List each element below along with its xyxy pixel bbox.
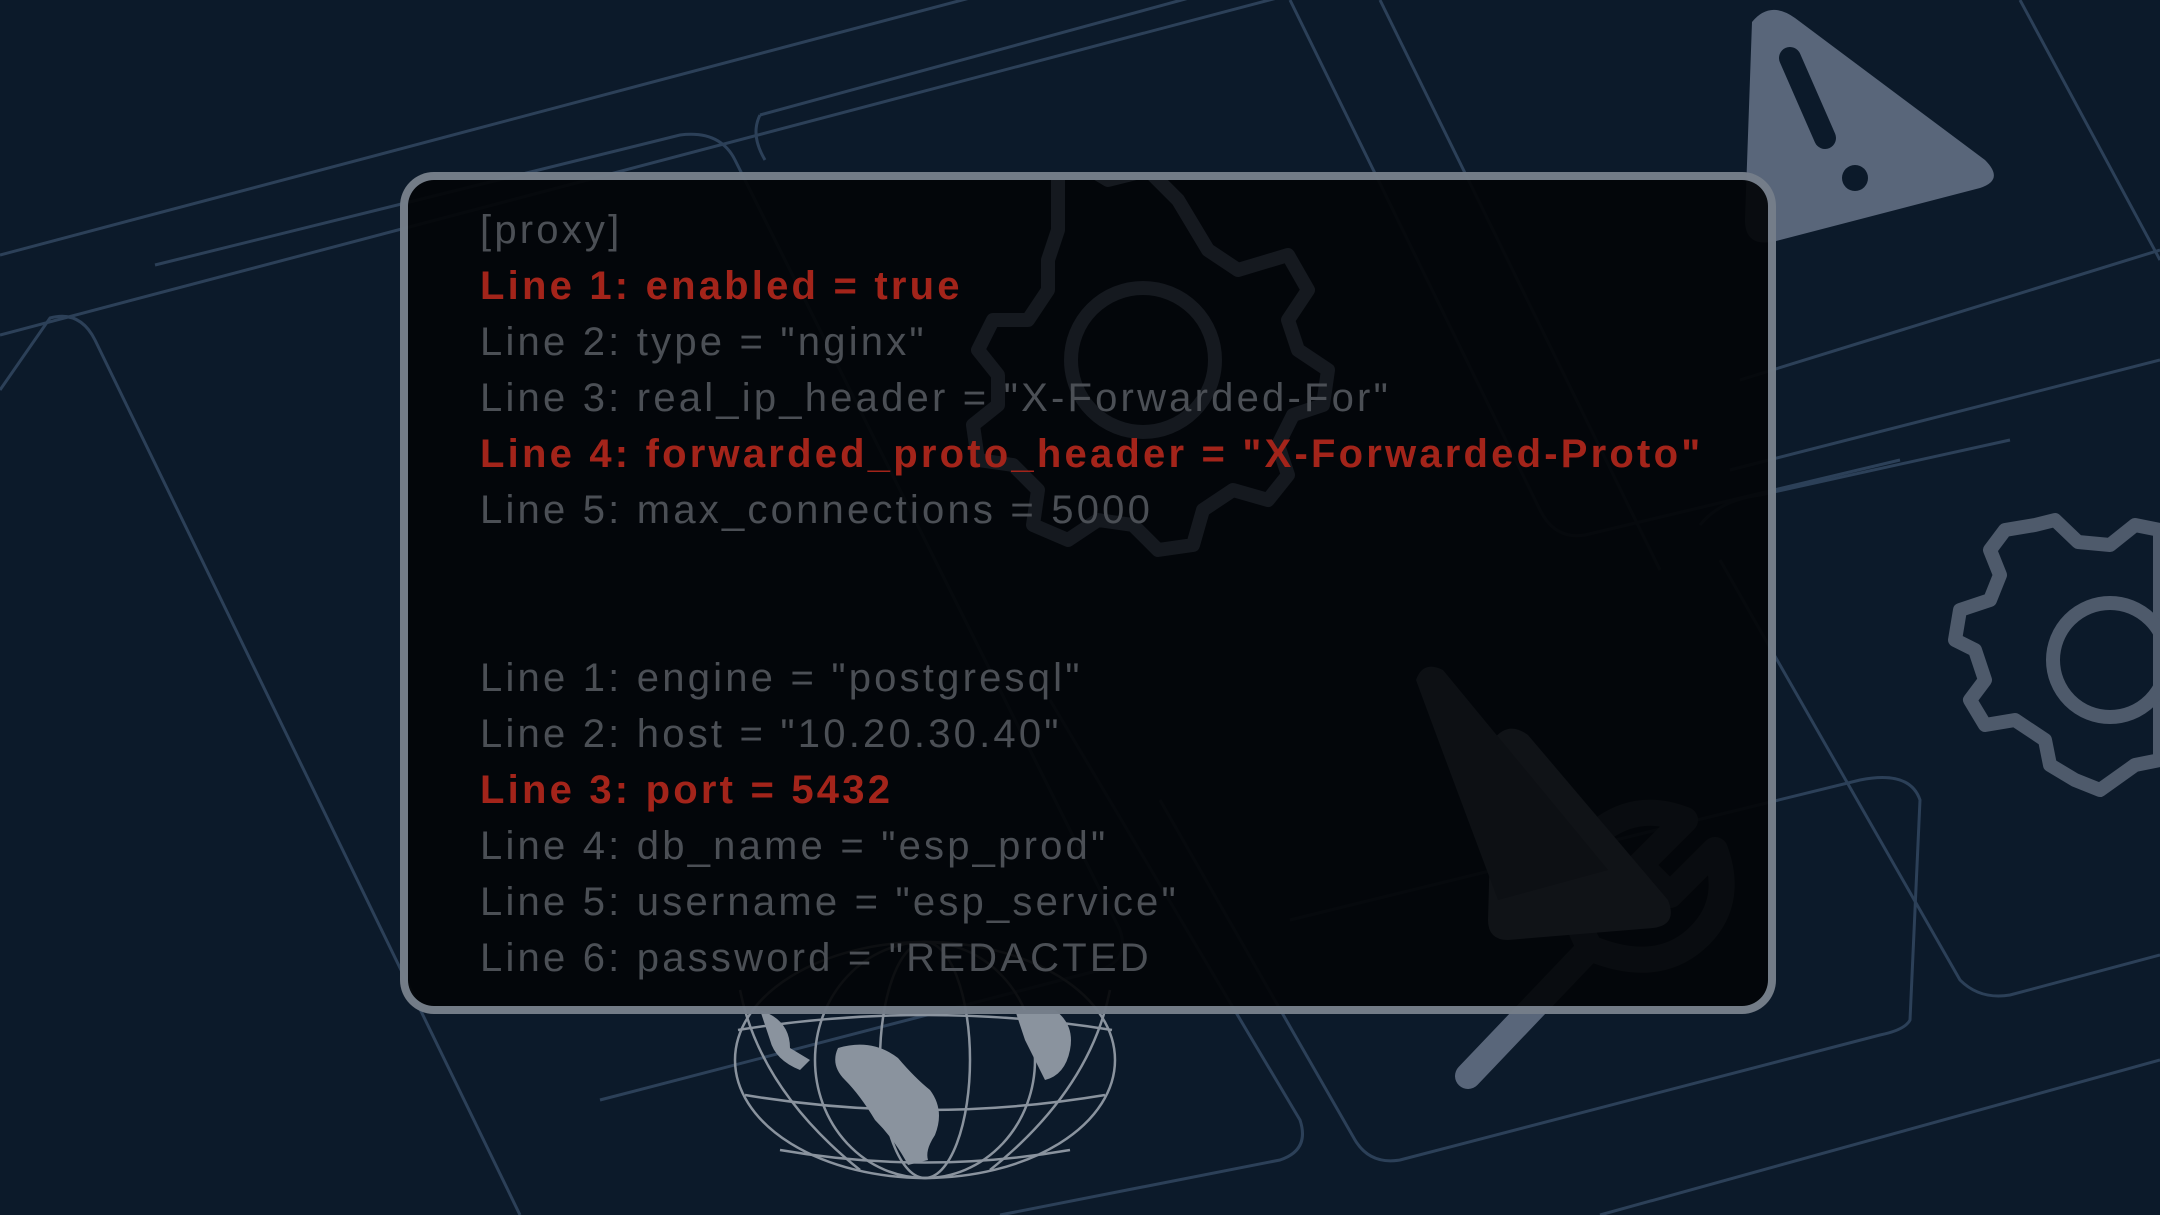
config-line: Line 6: password = "REDACTED: [480, 936, 1152, 980]
config-line: Line 4: forwarded_proto_header = "X-Forw…: [480, 432, 1704, 476]
config-line: Line 1: engine = "postgresql": [480, 656, 1083, 700]
config-line: Line 3: port = 5432: [480, 768, 894, 812]
scene: [proxy] Line 1: enabled = true Line 2: t…: [0, 0, 2160, 1215]
section-header-database: [480, 594, 1703, 650]
blank-line: [480, 538, 1703, 594]
section-header-proxy: [proxy]: [480, 208, 623, 252]
gear-icon: [1948, 513, 2160, 797]
config-lines: [proxy] Line 1: enabled = true Line 2: t…: [480, 202, 1703, 986]
config-line: Line 2: host = "10.20.30.40": [480, 712, 1062, 756]
config-line: Line 1: enabled = true: [480, 264, 963, 308]
config-line: Line 3: real_ip_header = "X-Forwarded-Fo…: [480, 376, 1391, 420]
continents: [760, 1010, 1071, 1165]
config-line: Line 2: type = "nginx": [480, 320, 927, 364]
config-line: Line 4: db_name = "esp_prod": [480, 824, 1109, 868]
config-line: Line 5: username = "esp_service": [480, 880, 1179, 924]
config-panel: [proxy] Line 1: enabled = true Line 2: t…: [400, 172, 1776, 1014]
warning-icon: [1745, 9, 1994, 243]
config-line: Line 5: max_connections = 5000: [480, 488, 1154, 532]
